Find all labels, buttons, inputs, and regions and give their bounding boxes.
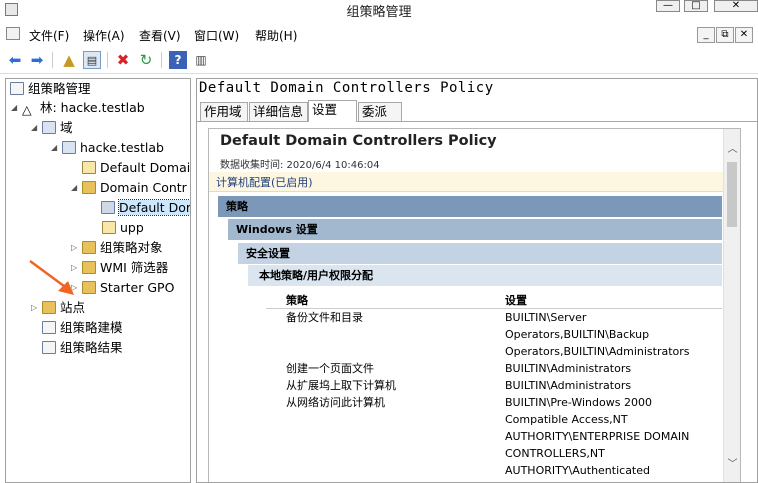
- setting-cell: BUILTIN\Administrators: [505, 362, 632, 375]
- policy-cell: 从扩展坞上取下计算机: [286, 379, 396, 392]
- settings-report: Default Domain Controllers Policy 数据收集时间…: [208, 128, 741, 482]
- setting-cell: AUTHORITY\Authenticated: [505, 464, 650, 477]
- policy-heading: Default Domain Controllers Policy: [199, 80, 494, 96]
- collapse-chevron-icon[interactable]: ◢: [11, 98, 22, 118]
- setting-cell: AUTHORITY\ENTERPRISE DOMAIN: [505, 430, 690, 443]
- folder-icon: [82, 261, 96, 274]
- setting-cell: BUILTIN\Administrators: [505, 379, 632, 392]
- menu-view[interactable]: 查看(V): [139, 27, 181, 44]
- tree-item-gp-modeling[interactable]: 组策略建模: [42, 318, 123, 338]
- gpmc-icon: [10, 82, 24, 95]
- help-icon[interactable]: ?: [169, 51, 187, 69]
- mdi-window-controls: _ ⧉ ✕: [697, 26, 754, 43]
- toolbar-separator: [161, 52, 162, 68]
- annotation-arrow-icon: [29, 259, 74, 295]
- tab-details[interactable]: 详细信息: [249, 102, 308, 121]
- toolbar-separator: [52, 52, 53, 68]
- window-title: 组策略管理: [346, 5, 412, 20]
- scroll-thumb[interactable]: [727, 162, 737, 227]
- tab-delegation[interactable]: 委派: [358, 102, 402, 121]
- navigation-tree: 组策略管理 ◢ △ 林: hacke.testlab ◢ 域 ◢ hacke.testl…: [5, 78, 191, 483]
- tree-item-default-domain-policy[interactable]: Default Domai: [82, 158, 190, 178]
- tab-scope[interactable]: 作用域: [200, 102, 248, 121]
- expand-chevron-icon[interactable]: ▷: [31, 298, 42, 318]
- gpo-link-icon: [82, 161, 96, 174]
- gpo-link-icon: [101, 201, 115, 214]
- toolbar-separator: [107, 52, 108, 68]
- policy-cell: 备份文件和目录: [286, 311, 363, 324]
- collapse-chevron-icon[interactable]: ◢: [31, 118, 42, 138]
- sites-icon: [42, 301, 56, 314]
- forward-arrow-icon[interactable]: ➡: [28, 51, 46, 69]
- document-icon[interactable]: [6, 27, 20, 40]
- report-title: Default Domain Controllers Policy: [220, 133, 497, 149]
- tree-item-gpo-objects[interactable]: ▷ 组策略对象: [71, 238, 163, 258]
- security-settings-section[interactable]: 安全设置: [238, 243, 722, 264]
- tree-item-starter-gpo[interactable]: ▷ Starter GPO: [71, 278, 174, 298]
- tree-item-sites[interactable]: ▷ 站点: [31, 298, 85, 318]
- up-folder-icon[interactable]: ▲: [60, 51, 78, 69]
- column-header-setting: 设置: [505, 294, 527, 307]
- ou-folder-icon: [82, 181, 96, 194]
- close-button[interactable]: ✕: [714, 0, 758, 12]
- tree-item-domain[interactable]: ◢ hacke.testlab: [51, 138, 164, 158]
- tree-item-domains[interactable]: ◢ 域: [31, 118, 73, 138]
- tree-item-gp-results[interactable]: 组策略结果: [42, 338, 123, 358]
- expand-chevron-icon[interactable]: ▷: [71, 238, 82, 258]
- show-hide-tree-icon[interactable]: ▤: [83, 51, 101, 69]
- properties-pane-icon[interactable]: ▥: [192, 51, 210, 69]
- menu-help[interactable]: 帮助(H): [255, 27, 297, 44]
- mdi-restore-button[interactable]: ⧉: [716, 27, 734, 43]
- setting-cell: Operators,BUILTIN\Backup: [505, 328, 650, 341]
- mdi-close-button[interactable]: ✕: [735, 27, 753, 43]
- policy-cell: 创建一个页面文件: [286, 362, 374, 375]
- report-timestamp: 数据收集时间: 2020/6/4 10:46:04: [220, 160, 380, 171]
- setting-cell: Operators,BUILTIN\Administrators: [505, 345, 690, 358]
- policy-cell: 从网络访问此计算机: [286, 396, 385, 409]
- mdi-minimize-button[interactable]: _: [697, 27, 715, 43]
- folder-icon: [82, 241, 96, 254]
- policies-section[interactable]: 策略: [218, 196, 722, 217]
- setting-cell: CONTROLLERS,NT: [505, 447, 605, 460]
- back-arrow-icon[interactable]: ⬅: [6, 51, 24, 69]
- forest-icon: △: [22, 100, 36, 117]
- refresh-icon[interactable]: ↻: [137, 51, 155, 69]
- delete-icon[interactable]: ✖: [114, 51, 132, 69]
- collapse-chevron-icon[interactable]: ◢: [71, 178, 82, 198]
- scroll-down-icon[interactable]: ﹀: [724, 456, 740, 473]
- modeling-icon: [42, 321, 56, 334]
- tree-item-selected-policy[interactable]: Default Dor: [101, 198, 190, 218]
- gpo-link-icon: [102, 221, 116, 234]
- domains-icon: [42, 121, 56, 134]
- setting-cell: BUILTIN\Pre-Windows 2000: [505, 396, 652, 409]
- folder-icon: [82, 281, 96, 294]
- menu-action[interactable]: 操作(A): [83, 27, 125, 44]
- tab-divider: [197, 121, 757, 122]
- collapse-chevron-icon[interactable]: ◢: [51, 138, 62, 158]
- details-pane: Default Domain Controllers Policy 作用域 详细…: [196, 78, 758, 483]
- results-icon: [42, 341, 56, 354]
- windows-settings-section[interactable]: Windows 设置: [228, 219, 722, 240]
- title-bar: 组策略管理 — □ ✕: [0, 0, 758, 20]
- menu-bar: 文件(F) 操作(A) 查看(V) 窗口(W) 帮助(H): [0, 24, 758, 44]
- maximize-button[interactable]: □: [684, 0, 708, 12]
- scroll-up-icon[interactable]: ︿: [724, 141, 740, 158]
- tree-item-gpmc[interactable]: 组策略管理: [10, 79, 91, 99]
- tree-item-forest[interactable]: ◢ △ 林: hacke.testlab: [11, 98, 145, 118]
- tab-settings[interactable]: 设置: [308, 100, 357, 122]
- tree-item-wmi-filters[interactable]: ▷ WMI 筛选器: [71, 258, 168, 278]
- user-rights-section[interactable]: 本地策略/用户权限分配: [248, 265, 722, 286]
- report-scrollbar[interactable]: ︿ ﹀: [723, 129, 740, 482]
- setting-cell: Compatible Access,NT: [505, 413, 628, 426]
- setting-cell: BUILTIN\Server: [505, 311, 587, 324]
- column-header-policy: 策略: [286, 294, 308, 307]
- toolbar: ⬅ ➡ ▲ ▤ ✖ ↻ ? ▥: [0, 46, 758, 74]
- computer-config-section[interactable]: 计算机配置(已启用): [209, 172, 724, 192]
- tree-item-upp[interactable]: upp: [102, 218, 144, 238]
- menu-file[interactable]: 文件(F): [29, 27, 69, 44]
- menu-window[interactable]: 窗口(W): [194, 27, 239, 44]
- tree-item-domain-controllers[interactable]: ◢ Domain Contr: [71, 178, 187, 198]
- minimize-button[interactable]: —: [656, 0, 680, 12]
- domain-icon: [62, 141, 76, 154]
